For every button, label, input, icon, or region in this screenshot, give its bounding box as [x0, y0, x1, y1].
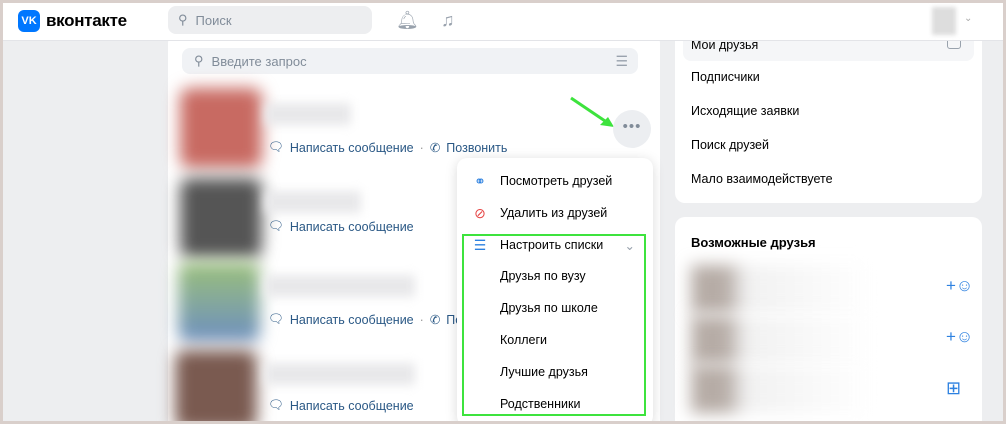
friends-search-input[interactable]: ⚲ Введите запрос ☰: [182, 48, 638, 74]
friend-avatar[interactable]: [178, 262, 260, 342]
nav-item-followers[interactable]: Подписчики: [691, 70, 760, 84]
music-icon[interactable]: ♫: [441, 10, 455, 31]
add-friend-icon[interactable]: +☺: [946, 276, 973, 296]
phone-icon: ✆: [429, 141, 441, 155]
friend-name[interactable]: [265, 275, 415, 297]
friend-name[interactable]: [265, 191, 361, 213]
chevron-down-icon[interactable]: ⌄: [964, 13, 972, 24]
filter-icon[interactable]: ☰: [615, 53, 628, 70]
remove-user-icon: ⊘: [474, 204, 486, 221]
users-icon: ⚭: [474, 172, 486, 189]
friend-avatar[interactable]: [175, 350, 257, 421]
friend-actions: 🗨︎ Написать сообщение: [268, 398, 414, 413]
annotation-arrow-icon: [570, 96, 614, 127]
search-icon: ⚲: [178, 12, 188, 27]
menu-label: Посмотреть друзей: [500, 174, 613, 188]
menu-item-remove-friend[interactable]: ⊘ Удалить из друзей: [457, 198, 653, 228]
message-icon: 🗨︎: [268, 398, 284, 412]
suggested-friend[interactable]: [691, 316, 871, 364]
window: VK вконтакте ⚲ Поиск 🔔︎ ♫ ⌄ ⚲ Введите за…: [3, 3, 1003, 421]
write-message-link[interactable]: Написать сообщение: [290, 313, 414, 327]
friend-name[interactable]: [265, 103, 351, 125]
vk-logo-icon: VK: [18, 10, 40, 32]
friend-avatar[interactable]: [180, 178, 262, 258]
nav-item-outgoing-requests[interactable]: Исходящие заявки: [691, 104, 799, 118]
message-icon: 🗨︎: [268, 312, 284, 326]
message-icon: 🗨︎: [268, 140, 284, 154]
highlight-box: [462, 234, 646, 416]
search-icon: ⚲: [194, 53, 204, 68]
write-message-link[interactable]: Написать сообщение: [290, 399, 414, 413]
menu-label: Удалить из друзей: [500, 206, 608, 220]
bell-icon[interactable]: 🔔︎: [396, 10, 419, 31]
more-options-button[interactable]: •••: [613, 110, 651, 148]
suggested-friend[interactable]: [691, 365, 871, 413]
message-icon: 🗨︎: [268, 219, 284, 233]
phone-icon: ✆: [429, 313, 441, 327]
friend-actions: 🗨︎Написать сообщение ·✆Позвонить: [268, 140, 508, 155]
call-link[interactable]: Позвонить: [446, 141, 507, 155]
write-message-link[interactable]: Написать сообщение: [290, 220, 414, 234]
user-avatar[interactable]: [932, 7, 956, 35]
suggested-friend[interactable]: [691, 265, 871, 313]
search-placeholder: Введите запрос: [211, 53, 307, 69]
write-message-link[interactable]: Написать сообщение: [290, 141, 414, 155]
nav-item-find-friends[interactable]: Поиск друзей: [691, 138, 769, 152]
nav-item-low-interaction[interactable]: Мало взаимодействуете: [691, 172, 833, 186]
search-placeholder: Поиск: [195, 12, 232, 28]
top-header: VK вконтакте ⚲ Поиск 🔔︎ ♫ ⌄: [3, 3, 1003, 41]
friend-actions: 🗨︎ Написать сообщение: [268, 219, 414, 234]
add-icon[interactable]: ⊞: [946, 378, 961, 399]
add-friend-icon[interactable]: +☺: [946, 327, 973, 347]
friend-name[interactable]: [265, 363, 415, 385]
suggestions-title: Возможные друзья: [691, 235, 816, 250]
header-search-input[interactable]: ⚲ Поиск: [168, 6, 372, 34]
vk-logo[interactable]: VK вконтакте: [18, 10, 127, 32]
friend-avatar[interactable]: [180, 88, 262, 168]
menu-item-view-friends[interactable]: ⚭ Посмотреть друзей: [457, 166, 653, 196]
brand-name: вконтакте: [46, 11, 127, 30]
